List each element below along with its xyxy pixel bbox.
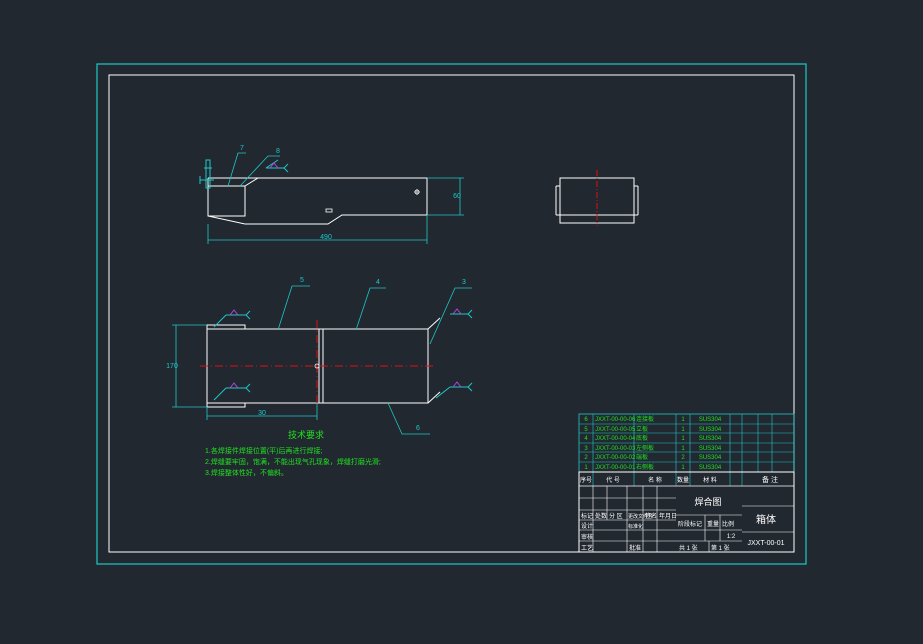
bom-header-qty: 数量 <box>677 476 689 484</box>
balloon-3: 3 <box>462 279 466 286</box>
tech-req-line-3: 3.焊接整体性好，不偏斜。 <box>205 468 288 477</box>
bom-header-remark: 备 注 <box>762 475 778 484</box>
balloon-8: 8 <box>276 148 280 155</box>
bom-row-qty: 1 <box>681 427 685 433</box>
bom-row-code: JXXT-00-00-06 <box>595 417 636 423</box>
weight-label: 重量 <box>707 520 719 528</box>
drawing-number: JXXT-00-01 <box>748 540 785 547</box>
front-dim-length-label: 490 <box>320 234 332 241</box>
bom-header-name: 名 称 <box>648 476 662 484</box>
bom-row-code: JXXT-00-00-04 <box>595 436 636 442</box>
tb-label-standard: 标准化 <box>628 523 643 530</box>
scale-value: 1:2 <box>727 534 736 540</box>
top-view-tab-top <box>206 324 246 330</box>
bom-row-qty: 1 <box>681 465 685 471</box>
bom-row-material: SUS304 <box>699 417 722 423</box>
clamp-symbol <box>199 159 214 189</box>
bom-row-code: JXXT-00-00-05 <box>595 427 636 433</box>
parts-list[interactable]: 6 JXXT-00-00-06 连接板 1 SUS304 5 JXXT-00-0… <box>578 413 795 486</box>
bom-row-material: SUS304 <box>699 455 722 461</box>
leader-7 <box>227 152 246 187</box>
balloon-5: 5 <box>300 277 304 284</box>
tb-label-date: 年月日 <box>659 512 677 520</box>
stage-label: 阶段标记 <box>678 520 702 528</box>
part-name: 箱体 <box>756 513 776 526</box>
tb-label-review: 审核 <box>581 533 593 541</box>
bom-row-qty: 1 <box>681 417 685 423</box>
top-dim-offset-label: 30 <box>258 410 266 417</box>
bom-row-code: JXXT-00-00-01 <box>595 465 636 471</box>
bom-row-code: JXXT-00-00-03 <box>595 446 636 452</box>
drawing-canvas[interactable]: 490 60 7 8 170 30 5 4 3 6 技术要求 1.各焊接件焊接位… <box>0 0 923 644</box>
drawing-type: 焊合图 <box>694 496 721 507</box>
bom-row-no: 6 <box>584 417 588 423</box>
balloon-4: 4 <box>376 279 380 286</box>
bom-row-no: 1 <box>584 465 588 471</box>
bom-row-name: 底板 <box>636 434 648 442</box>
bom-row-name: 左侧板 <box>636 444 654 452</box>
bom-row-name: 连接板 <box>636 415 654 423</box>
bom-row-material: SUS304 <box>699 436 722 442</box>
leader-6 <box>387 402 430 435</box>
bom-row-name: 右侧板 <box>636 463 654 471</box>
tech-req-heading: 技术要求 <box>288 429 324 440</box>
tb-label-sign: 签名 <box>645 512 657 520</box>
balloon-7: 7 <box>240 145 244 152</box>
leader-5 <box>277 285 310 331</box>
top-view[interactable]: 170 30 5 4 3 6 <box>166 277 473 435</box>
bom-header-no: 序号 <box>580 476 592 484</box>
bom-row-material: SUS304 <box>699 427 722 433</box>
bom-row-qty: 2 <box>681 455 685 461</box>
bom-row-name: 立板 <box>636 425 648 433</box>
tb-label-zone: 分 区 <box>609 512 623 520</box>
technical-requirements: 技术要求 1.各焊接件焊接位置(平)后再进行焊接; 2.焊缝要牢固，饱满，不能出… <box>205 429 381 477</box>
sheet-total: 共 1 张 <box>679 544 698 552</box>
bom-row-name: 端板 <box>636 453 648 461</box>
bom-row-no: 3 <box>584 446 588 452</box>
bom-row-qty: 1 <box>681 436 685 442</box>
bom-row-material: SUS304 <box>699 465 722 471</box>
scale-label: 比例 <box>722 520 734 528</box>
bom-header-material: 材 料 <box>703 476 717 484</box>
sheet-number: 第 1 张 <box>711 544 730 552</box>
top-dim-width-label: 170 <box>166 363 178 370</box>
front-view[interactable]: 490 60 7 8 <box>199 145 464 244</box>
bom-row-no: 4 <box>584 436 588 442</box>
tb-label-approve: 批准 <box>629 544 641 552</box>
front-dim-height-label: 60 <box>453 193 461 200</box>
front-view-slot <box>325 208 333 213</box>
top-view-tab-bottom <box>206 402 246 408</box>
bom-row-no: 5 <box>584 427 588 433</box>
title-block[interactable]: 序号 代 号 名 称 数量 材 料 备 注 标记 处数 分 区 更改文件号 签名… <box>578 471 795 553</box>
tb-label-count: 处数 <box>595 512 607 520</box>
leader-4 <box>355 287 386 331</box>
weld-symbol-front <box>265 159 289 173</box>
leader-3 <box>429 287 472 345</box>
side-view[interactable] <box>555 170 639 226</box>
bom-header-code: 代 号 <box>606 476 620 484</box>
bom-row-qty: 1 <box>681 446 685 452</box>
tb-label-design: 设计 <box>581 522 593 530</box>
front-view-endplate <box>207 185 246 217</box>
tech-req-line-1: 1.各焊接件焊接位置(平)后再进行焊接; <box>205 446 322 455</box>
front-dimension-length <box>207 215 428 244</box>
weld-symbol-top-right-lower <box>435 381 473 399</box>
bom-row-no: 2 <box>584 455 588 461</box>
tech-req-line-2: 2.焊缝要牢固，饱满，不能出现气孔现象，焊缝打磨光滑; <box>205 457 381 466</box>
leader-8 <box>239 155 280 187</box>
tb-label-process: 工艺 <box>581 544 593 552</box>
tb-label-mark: 标记 <box>581 512 593 520</box>
balloon-6: 6 <box>416 425 420 432</box>
weld-symbol-top-right-upper <box>450 308 473 319</box>
weld-symbol-top-left-upper <box>213 309 251 328</box>
cad-drawing: 490 60 7 8 170 30 5 4 3 6 技术要求 1.各焊接件焊接位… <box>96 63 807 565</box>
weld-symbol-top-left-mid <box>213 382 251 401</box>
bom-row-material: SUS304 <box>699 446 722 452</box>
bom-row-code: JXXT-00-00-02 <box>595 455 636 461</box>
